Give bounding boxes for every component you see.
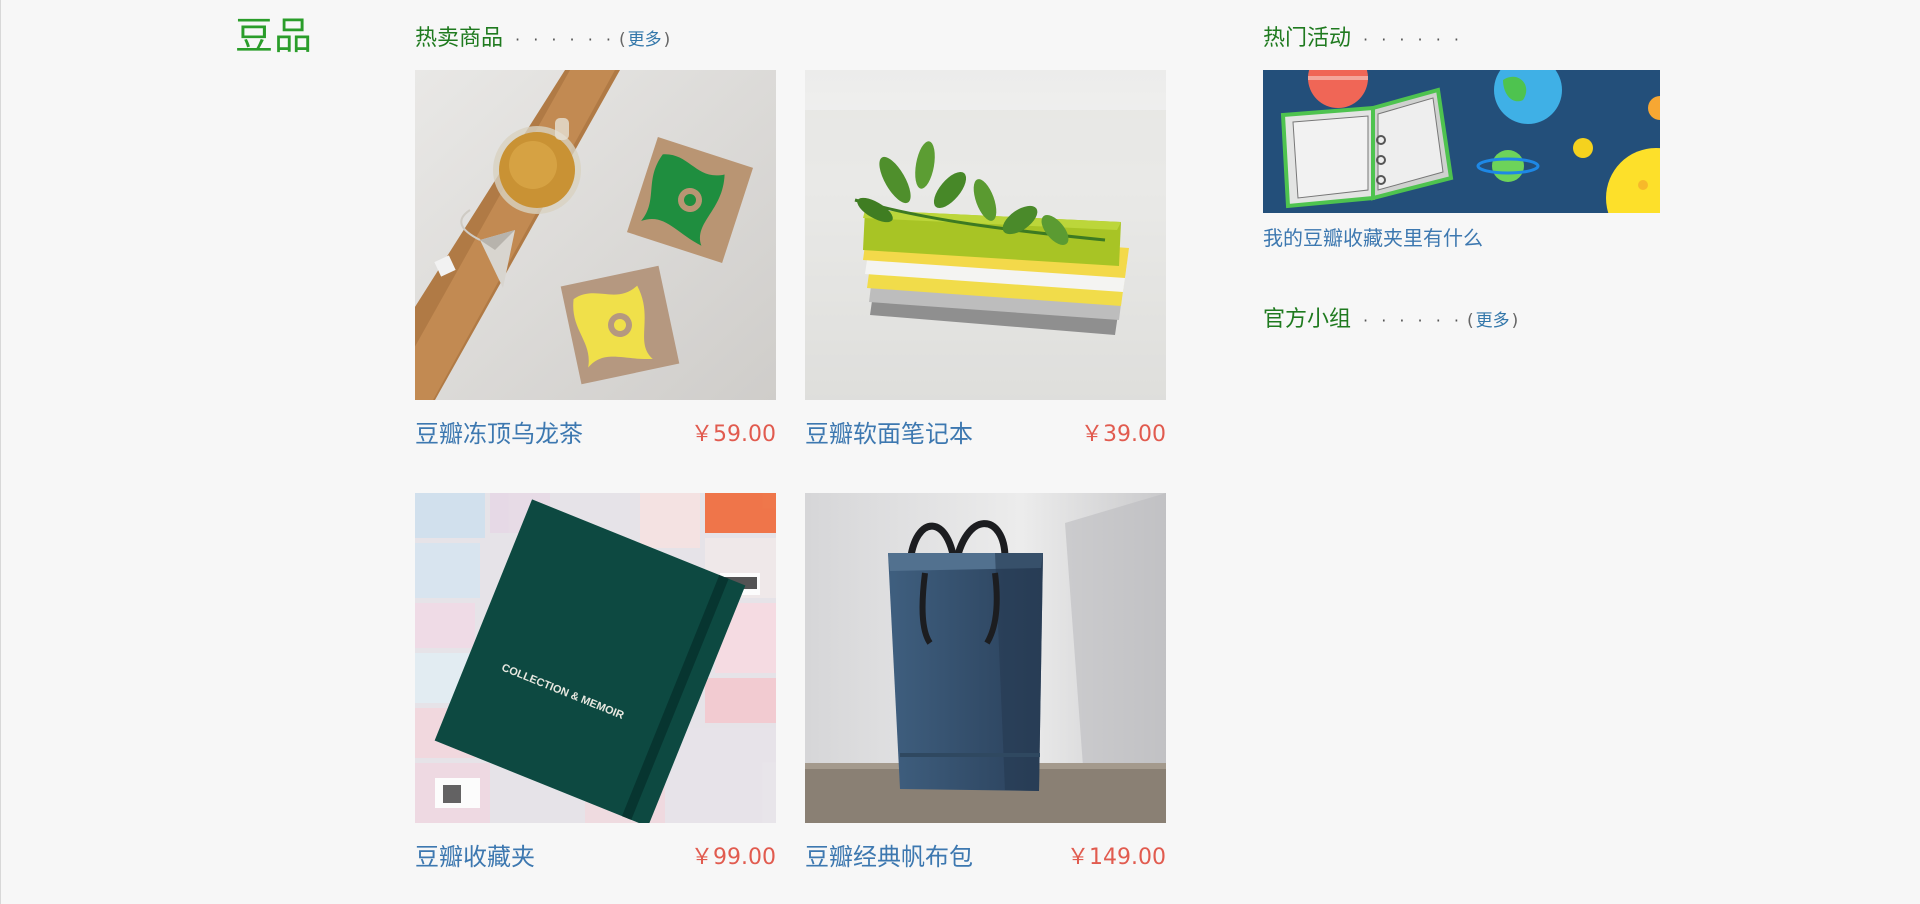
- product-image-link[interactable]: [805, 70, 1166, 400]
- softcover-notebooks-photo: [805, 70, 1166, 400]
- product-card: 豆瓣经典帆布包 ￥149.00: [805, 493, 1166, 877]
- hot-events-title: 热门活动: [1263, 26, 1352, 51]
- product-meta: 豆瓣收藏夹 ￥99.00: [415, 837, 776, 877]
- event-banner-link[interactable]: [1263, 70, 1660, 213]
- binder-planets-illustration: [1263, 70, 1660, 213]
- product-card: 豆瓣软面笔记本 ￥39.00: [805, 70, 1166, 454]
- paren-open: (: [1466, 311, 1474, 331]
- paren-open: (: [618, 30, 626, 50]
- page-left-border: [0, 0, 1, 904]
- hot-goods-title: 热卖商品: [415, 26, 504, 51]
- paren-close: ): [1511, 311, 1519, 331]
- product-name-link[interactable]: 豆瓣冻顶乌龙茶: [415, 414, 583, 449]
- product-image-link[interactable]: [805, 493, 1166, 823]
- product-name-link[interactable]: 豆瓣软面笔记本: [805, 414, 973, 449]
- product-card: 豆瓣冻顶乌龙茶 ￥59.00: [415, 70, 776, 454]
- section-dots: · · · · · ·: [1363, 30, 1463, 49]
- hot-events-header: 热门活动 · · · · · ·: [1263, 20, 1463, 52]
- oolong-tea-photo: [415, 70, 776, 400]
- hot-goods-more-link[interactable]: 更多: [628, 30, 662, 50]
- section-dots: · · · · · ·: [1363, 311, 1463, 330]
- product-meta: 豆瓣软面笔记本 ￥39.00: [805, 414, 1166, 454]
- product-price: ￥59.00: [691, 422, 776, 447]
- section-dots: · · · · · ·: [515, 30, 615, 49]
- product-card: COLLECTION & MEMOIR 豆瓣收藏夹 ￥99.00: [415, 493, 776, 877]
- page-title: 豆品: [235, 14, 314, 58]
- product-meta: 豆瓣冻顶乌龙茶 ￥59.00: [415, 414, 776, 454]
- official-groups-header: 官方小组 · · · · · · (更多): [1263, 301, 1518, 333]
- canvas-tote-photo: [805, 493, 1166, 823]
- event-caption-link[interactable]: 我的豆瓣收藏夹里有什么: [1263, 222, 1483, 251]
- paren-close: ): [663, 30, 671, 50]
- product-price: ￥99.00: [691, 845, 776, 870]
- hot-goods-header: 热卖商品 · · · · · · (更多): [415, 20, 670, 52]
- more-link-wrapper: (更多): [1467, 306, 1518, 331]
- more-link-wrapper: (更多): [619, 25, 670, 50]
- official-groups-title: 官方小组: [1263, 307, 1352, 332]
- collection-binder-photo: COLLECTION & MEMOIR: [415, 493, 776, 823]
- product-name-link[interactable]: 豆瓣经典帆布包: [805, 837, 973, 872]
- product-price: ￥39.00: [1081, 422, 1166, 447]
- product-image-link[interactable]: COLLECTION & MEMOIR: [415, 493, 776, 823]
- product-price: ￥149.00: [1067, 845, 1166, 870]
- groups-more-link[interactable]: 更多: [1476, 311, 1510, 331]
- product-image-link[interactable]: [415, 70, 776, 400]
- product-name-link[interactable]: 豆瓣收藏夹: [415, 837, 535, 872]
- product-meta: 豆瓣经典帆布包 ￥149.00: [805, 837, 1166, 877]
